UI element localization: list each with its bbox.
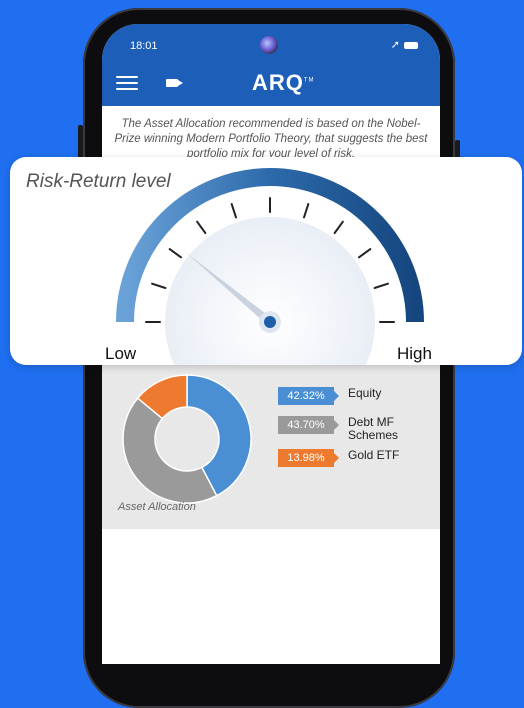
legend-value-chip: 13.98%: [278, 449, 339, 467]
gauge-tick: [230, 203, 238, 219]
video-icon[interactable]: [166, 79, 183, 87]
legend-label: Gold ETF: [348, 448, 400, 462]
risk-return-card: Risk-Return level Low High: [10, 157, 522, 365]
gauge-tick: [151, 282, 167, 290]
status-time: 18:01: [130, 40, 158, 52]
allocation-caption: Asset Allocation: [118, 501, 196, 513]
menu-icon[interactable]: [116, 76, 138, 90]
intro-text: The Asset Allocation recommended is base…: [114, 118, 428, 160]
legend-value-chip: 43.70%: [278, 416, 339, 434]
risk-gauge: [116, 168, 424, 365]
legend-item: 42.32% Equity: [278, 387, 418, 405]
app-header: 18:01 ➚ ARQTM: [102, 24, 440, 106]
risk-high-label: High: [397, 344, 432, 363]
gauge-tick: [373, 282, 389, 290]
gauge-tick: [196, 220, 207, 235]
gauge-tick: [333, 220, 344, 235]
legend-item: 13.98% Gold ETF: [278, 449, 418, 467]
legend-label: Equity: [348, 386, 382, 400]
risk-low-label: Low: [105, 344, 137, 363]
legend-label: Debt MF Schemes: [348, 415, 399, 442]
gauge-face: [165, 217, 375, 365]
legend-value-chip: 42.32%: [278, 387, 339, 405]
gauge-tick: [168, 248, 183, 259]
app-logo: ARQTM: [252, 70, 315, 95]
status-icons: ➚: [391, 38, 418, 51]
battery-icon: [404, 41, 418, 49]
donut-slice: [122, 397, 218, 504]
camera-icon: [260, 36, 278, 54]
gauge-hub: [264, 316, 276, 328]
allocation-donut-chart: [122, 374, 252, 504]
gauge-tick: [302, 203, 310, 219]
gauge-tick: [357, 248, 372, 259]
legend-item: 43.70% Debt MF Schemes: [278, 416, 418, 442]
